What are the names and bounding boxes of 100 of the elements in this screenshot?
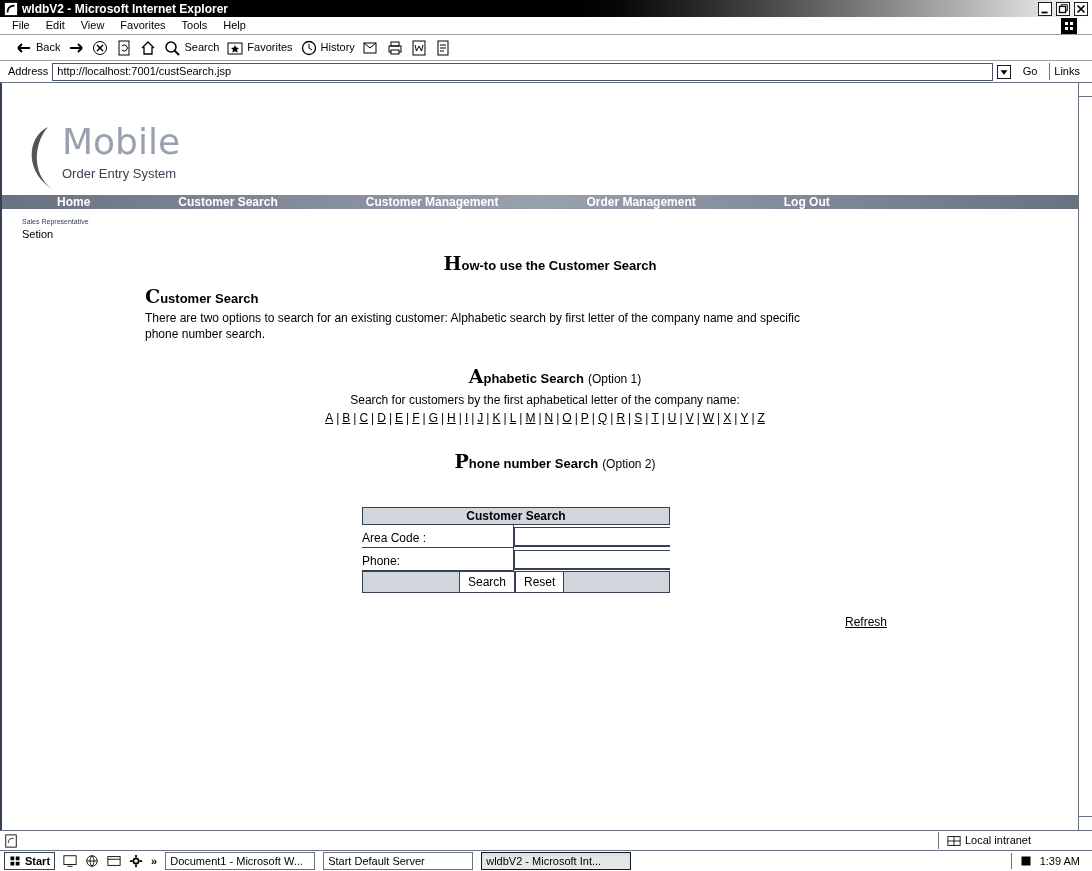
option-label: (Option 2)	[602, 455, 656, 473]
form-button[interactable]: Reset	[515, 572, 565, 593]
links-button[interactable]: Links	[1049, 63, 1084, 80]
separator: |	[591, 409, 595, 427]
letter-link[interactable]: T	[651, 408, 659, 427]
page-status-icon[interactable]	[4, 833, 18, 848]
menu-item[interactable]: Edit	[45, 17, 65, 34]
input-field[interactable]	[514, 527, 670, 548]
separator: |	[751, 409, 755, 427]
desktop-icon[interactable]	[63, 854, 78, 868]
letter-link[interactable]: U	[667, 408, 677, 427]
page-icon[interactable]	[434, 39, 451, 56]
menu-item[interactable]: View	[80, 17, 105, 34]
printer-icon[interactable]	[386, 39, 403, 56]
window-icon[interactable]	[107, 854, 122, 868]
letter-link[interactable]: D	[377, 408, 386, 427]
stop-icon[interactable]	[92, 39, 109, 56]
separator: |	[574, 409, 578, 427]
instruction-text: Search for customers by the first aphabetical letter of the company name:	[350, 391, 740, 409]
letter-link[interactable]: O	[562, 408, 572, 427]
separator: |	[628, 409, 632, 427]
user-name: Setion	[22, 227, 55, 242]
separator: |	[661, 409, 665, 427]
address-field[interactable]: http://localhost:7001/custSearch.jsp	[52, 62, 993, 81]
letter-link[interactable]: L	[509, 408, 517, 427]
letter-link[interactable]: W	[702, 408, 715, 427]
mail-icon[interactable]	[362, 39, 379, 56]
letter-link[interactable]: A	[325, 408, 334, 427]
document-icon[interactable]	[410, 39, 427, 56]
refresh-link[interactable]: Refresh	[845, 615, 888, 630]
separator: |	[696, 409, 700, 427]
clock-icon	[300, 39, 317, 56]
letter-link[interactable]: E	[395, 408, 404, 427]
go-button[interactable]: Go	[1014, 63, 1046, 80]
form-button[interactable]: Search	[459, 572, 516, 593]
letter-link[interactable]: I	[464, 408, 469, 427]
letter-link[interactable]: J	[477, 408, 484, 427]
separator: |	[353, 409, 357, 427]
form-title: Customer Search	[362, 507, 670, 526]
field-label: Phone:	[362, 548, 514, 572]
letter-link[interactable]: P	[580, 408, 589, 427]
start-button[interactable]: Start	[4, 851, 56, 871]
letter-link[interactable]: G	[428, 408, 438, 427]
toolbar-button[interactable]: Search	[164, 39, 220, 56]
letter-link[interactable]: K	[492, 408, 501, 427]
menu-item[interactable]: Tools	[181, 17, 208, 34]
letter-link[interactable]: S	[634, 408, 643, 427]
nav-link[interactable]: Customer Search	[178, 196, 278, 208]
more-button[interactable]: »	[151, 852, 158, 870]
menu-item[interactable]: File	[12, 17, 30, 34]
restore-icon[interactable]	[1056, 1, 1070, 16]
letter-link[interactable]: Z	[757, 408, 765, 427]
minimize-icon[interactable]	[1038, 1, 1052, 16]
letter-link[interactable]: Q	[597, 408, 608, 427]
separator: |	[471, 409, 475, 427]
section-heading: Customer Search	[145, 283, 260, 309]
section-heading: Phone number Search	[454, 448, 599, 474]
close-icon[interactable]	[1074, 1, 1088, 16]
menu-item[interactable]: Favorites	[120, 17, 166, 34]
separator: |	[679, 409, 683, 427]
separator: |	[388, 409, 392, 427]
page-title: How-to use the Customer Search	[443, 251, 657, 277]
home-icon[interactable]	[140, 39, 157, 56]
toolbar-button[interactable]: History	[300, 39, 355, 56]
clock: 1:39 AM	[1039, 853, 1080, 869]
menu-item[interactable]: Help	[223, 17, 246, 34]
input-field[interactable]	[514, 550, 670, 571]
windows-logo-icon	[9, 855, 21, 867]
letter-link[interactable]: N	[544, 408, 554, 427]
taskbar-button[interactable]: wldbV2 - Microsoft Int...	[481, 851, 632, 871]
letter-link[interactable]: H	[447, 408, 456, 427]
letter-link[interactable]: F	[412, 408, 420, 427]
browser-icon[interactable]	[4, 1, 18, 16]
address-label: Address	[8, 64, 49, 80]
letter-link[interactable]: Y	[740, 408, 749, 427]
taskbar-button[interactable]: Document1 - Microsoft W...	[165, 851, 316, 871]
separator: |	[422, 409, 426, 427]
letter-link[interactable]: B	[342, 408, 351, 427]
taskbar-button[interactable]: Start Default Server	[323, 851, 474, 871]
back-button[interactable]: Back	[16, 39, 61, 56]
toolbar-button[interactable]: Favorites	[227, 39, 293, 56]
letter-link[interactable]: M	[525, 408, 536, 427]
tray-icon[interactable]	[1019, 855, 1032, 867]
field-label: Area Code :	[362, 525, 514, 549]
letter-link[interactable]: C	[359, 408, 369, 427]
letter-link[interactable]: X	[723, 408, 732, 427]
nav-link[interactable]: Home	[57, 196, 91, 208]
dropdown-icon[interactable]	[996, 63, 1011, 80]
separator: |	[717, 409, 721, 427]
nav-link[interactable]: Log Out	[783, 196, 830, 208]
globe-icon[interactable]	[85, 854, 100, 868]
separator: |	[734, 409, 738, 427]
separator: |	[645, 409, 649, 427]
windows-logo-icon[interactable]	[1058, 17, 1080, 34]
letter-link[interactable]: R	[616, 408, 626, 427]
letter-link[interactable]: V	[685, 408, 694, 427]
logo-subtitle: Order Entry System	[62, 164, 178, 183]
separator: |	[519, 409, 523, 427]
separator: |	[336, 409, 340, 427]
refresh-page-icon[interactable]	[116, 39, 133, 56]
